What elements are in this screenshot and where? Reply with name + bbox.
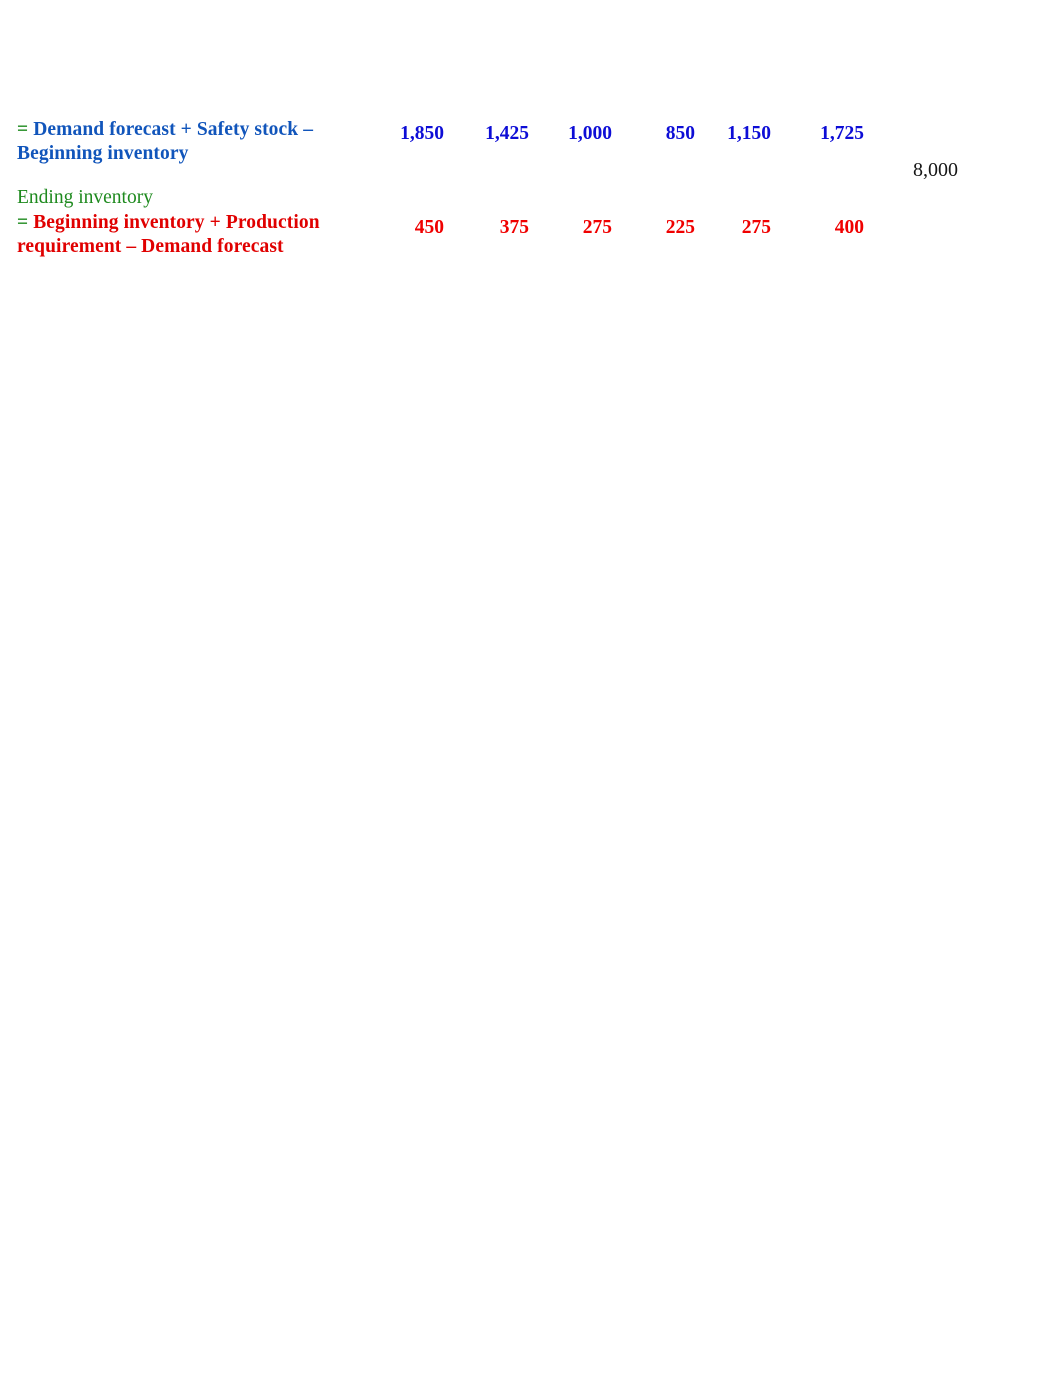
ending-inventory-value-1: 450 (414, 217, 444, 238)
ending-inventory-formula-text: Beginning inventory + Production require… (17, 212, 320, 257)
production-requirement-value-3: 1,000 (568, 123, 612, 144)
ending-inventory-value-4: 225 (665, 217, 695, 238)
production-requirement-value-6: 1,725 (820, 123, 864, 144)
production-requirement-value-1: 1,850 (400, 123, 444, 144)
ending-inventory-label: Ending inventory (17, 187, 153, 208)
production-requirement-total: 8,000 (913, 159, 958, 181)
production-requirement-formula: = Demand forecast + Safety stock – Begin… (17, 118, 347, 166)
production-requirement-formula-text: Demand forecast + Safety stock – Beginni… (17, 119, 314, 164)
ending-inventory-value-2: 375 (499, 217, 529, 238)
production-requirement-value-4: 850 (665, 123, 695, 144)
equals-sign-icon: = (17, 212, 29, 233)
ending-inventory-value-3: 275 (582, 217, 612, 238)
production-requirement-value-5: 1,150 (727, 123, 771, 144)
equals-sign-icon: = (17, 119, 29, 140)
ending-inventory-value-6: 400 (834, 217, 864, 238)
table-row-ending-inventory: = Beginning inventory + Production requi… (0, 211, 1062, 271)
worksheet-fragment: = Demand forecast + Safety stock – Begin… (0, 0, 1062, 1376)
ending-inventory-value-5: 275 (741, 217, 771, 238)
ending-inventory-formula: = Beginning inventory + Production requi… (17, 211, 352, 259)
production-requirement-value-2: 1,425 (485, 123, 529, 144)
